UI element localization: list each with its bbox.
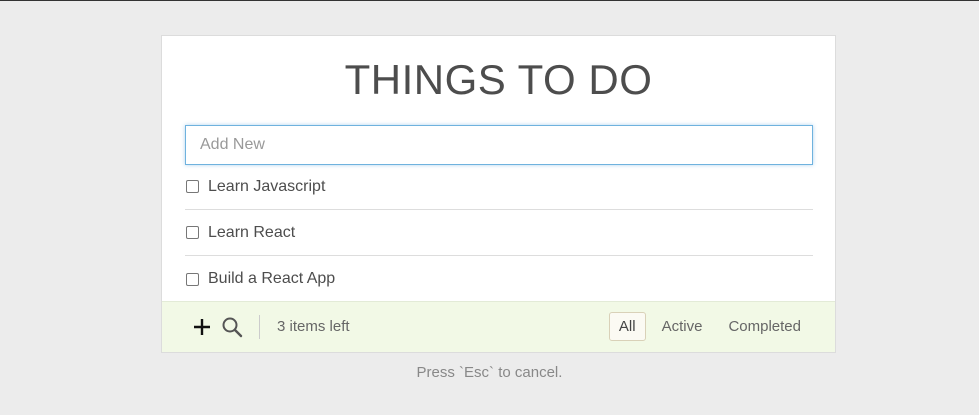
todo-item: Learn React [185,210,813,256]
top-border [0,0,979,1]
plus-icon[interactable] [190,315,214,339]
todo-label[interactable]: Build a React App [208,270,335,288]
todo-checkbox[interactable] [186,180,199,193]
footer-divider [259,315,260,339]
todo-app-card: THINGS TO DO Learn Javascript Learn Reac… [161,35,836,353]
items-left-count: 3 items left [277,318,350,335]
app-title: THINGS TO DO [344,56,653,103]
todo-item: Build a React App [185,256,813,302]
todo-checkbox[interactable] [186,226,199,239]
todo-label[interactable]: Learn React [208,224,295,242]
add-new-input[interactable] [185,125,813,165]
todo-item: Learn Javascript [185,164,813,210]
filter-all[interactable]: All [608,312,646,341]
filter-completed[interactable]: Completed [718,312,811,341]
todo-checkbox[interactable] [186,272,199,286]
todo-list: Learn Javascript Learn React Build a Rea… [185,164,813,302]
cancel-hint: Press `Esc` to cancel. [416,364,563,381]
filter-group: All Active Completed [608,312,811,341]
todo-label[interactable]: Learn Javascript [208,178,325,196]
filter-active[interactable]: Active [652,312,713,341]
todo-footer: 3 items left All Active Completed [162,301,835,352]
search-icon[interactable] [220,315,244,339]
